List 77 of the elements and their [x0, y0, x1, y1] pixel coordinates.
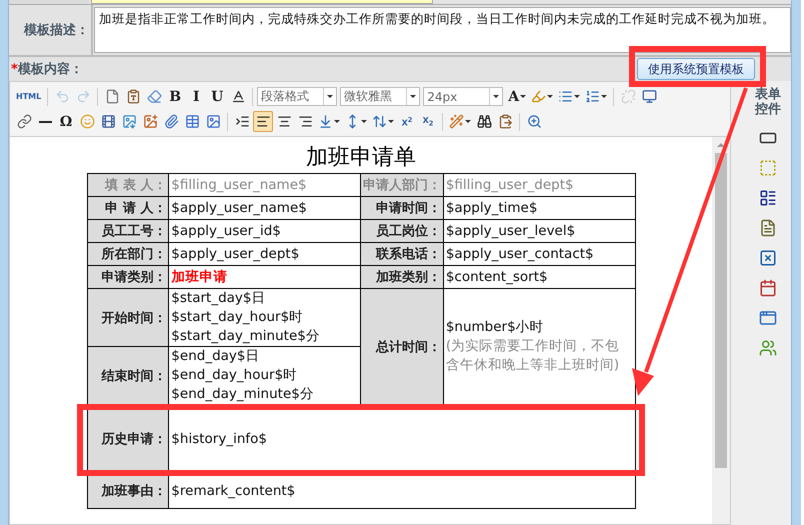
- table-cell: $apply_time$: [443, 196, 635, 220]
- page-icon: [104, 89, 120, 104]
- eraser-icon: [146, 89, 162, 104]
- table-label: 申请类别：: [87, 266, 169, 288]
- table-label: 结束时间：: [87, 346, 169, 404]
- table-label: 员工岗位：: [360, 220, 444, 242]
- toolbar-button[interactable]: U: [207, 86, 228, 107]
- dropdown-select[interactable]: 微软雅黑: [340, 87, 420, 106]
- unlink-icon: [620, 89, 636, 104]
- document-title: 加班申请单: [305, 144, 417, 172]
- table-cell: $apply_user_level$: [443, 220, 635, 242]
- line-height-icon: [318, 114, 333, 129]
- align-right-icon: [298, 114, 312, 129]
- table-cell: $content_sort$: [443, 266, 635, 288]
- undo-icon: [54, 89, 70, 104]
- toolbar-button[interactable]: B: [165, 86, 186, 107]
- monitor-icon: [642, 89, 657, 104]
- preset-template-button[interactable]: 使用系统预置模板: [637, 58, 755, 80]
- window-icon[interactable]: [759, 309, 777, 327]
- align-left-icon: [256, 114, 270, 129]
- paste-text-icon: [126, 89, 141, 104]
- binoculars-icon: [476, 114, 492, 129]
- panel-title: 表单控件: [754, 87, 782, 117]
- toolbar-button[interactable]: Ω: [56, 111, 76, 132]
- table-cell: $apply_user_dept$: [168, 242, 360, 266]
- description-field[interactable]: 加班是指非正常工作时间内，完成特殊交办工作所需要的时间段，当日工作时间内未完成的工作延时完成不视为加班。: [94, 7, 791, 53]
- checkbox-icon[interactable]: [759, 249, 777, 267]
- toolbar-button[interactable]: I: [186, 86, 206, 107]
- remote-image-icon: [206, 114, 220, 129]
- zoom-icon: [526, 114, 542, 129]
- magic-wand-icon: [449, 114, 464, 129]
- spacing-icon: [372, 114, 387, 129]
- toolbar-button[interactable]: X$^{2}$: [397, 111, 417, 132]
- users-icon[interactable]: [759, 339, 777, 357]
- dotted-box-icon[interactable]: [759, 159, 777, 177]
- redo-icon: [76, 89, 91, 104]
- table-label: 员工工号：: [87, 220, 169, 242]
- table-label: 申 请 人：: [87, 196, 169, 220]
- smiley-icon: [80, 114, 94, 129]
- highlighter-icon: [531, 89, 546, 104]
- table-cell: $filling_user_dept$: [443, 174, 635, 196]
- list-icon[interactable]: [759, 189, 777, 207]
- image-link-icon: [122, 114, 136, 129]
- paperclip-icon: [164, 114, 178, 129]
- table-label: 所在部门：: [87, 242, 169, 266]
- table-label: 加班类别：: [360, 266, 444, 288]
- calendar-icon[interactable]: [759, 279, 777, 297]
- table-cell: 加班申请: [168, 266, 360, 288]
- table-label: 开始时间：: [87, 288, 169, 346]
- document-icon[interactable]: [759, 219, 777, 237]
- table-cell: $apply_user_id$: [168, 220, 360, 242]
- toolbar-button[interactable]: HTML: [14, 86, 44, 107]
- table-icon: [184, 114, 200, 129]
- table-label: 联系电话：: [360, 242, 444, 266]
- paste-icon: [498, 114, 512, 129]
- numbered-list-icon: [585, 89, 600, 104]
- dropdown-select[interactable]: 24px: [423, 87, 504, 106]
- table-cell: $filling_user_name$: [168, 174, 360, 196]
- dropdown-select[interactable]: 段落格式: [257, 87, 338, 106]
- film-icon: [100, 114, 116, 129]
- align-center-icon: [276, 114, 292, 129]
- toolbar-button[interactable]: [253, 111, 273, 132]
- field-label: *模板内容：: [11, 60, 83, 78]
- table-label: 总计时间：: [360, 288, 444, 404]
- table-label: 申请人部门：: [360, 174, 444, 196]
- table-label: 填 表 人：: [87, 174, 169, 196]
- horizontal-rule-icon: [38, 120, 52, 122]
- table-cell: $apply_user_contact$: [443, 242, 635, 266]
- table-cell: $apply_user_name$: [168, 196, 360, 220]
- image-icon: [142, 114, 158, 129]
- toolbar-button[interactable]: X$_{2}$: [418, 111, 438, 132]
- table-label: 申请时间：: [360, 196, 444, 220]
- bullet-list-icon: [558, 89, 574, 104]
- link-icon: [16, 114, 32, 129]
- indent-icon: [234, 114, 250, 129]
- scrollbar[interactable]: [712, 137, 730, 524]
- toolbar-button[interactable]: A: [506, 86, 528, 107]
